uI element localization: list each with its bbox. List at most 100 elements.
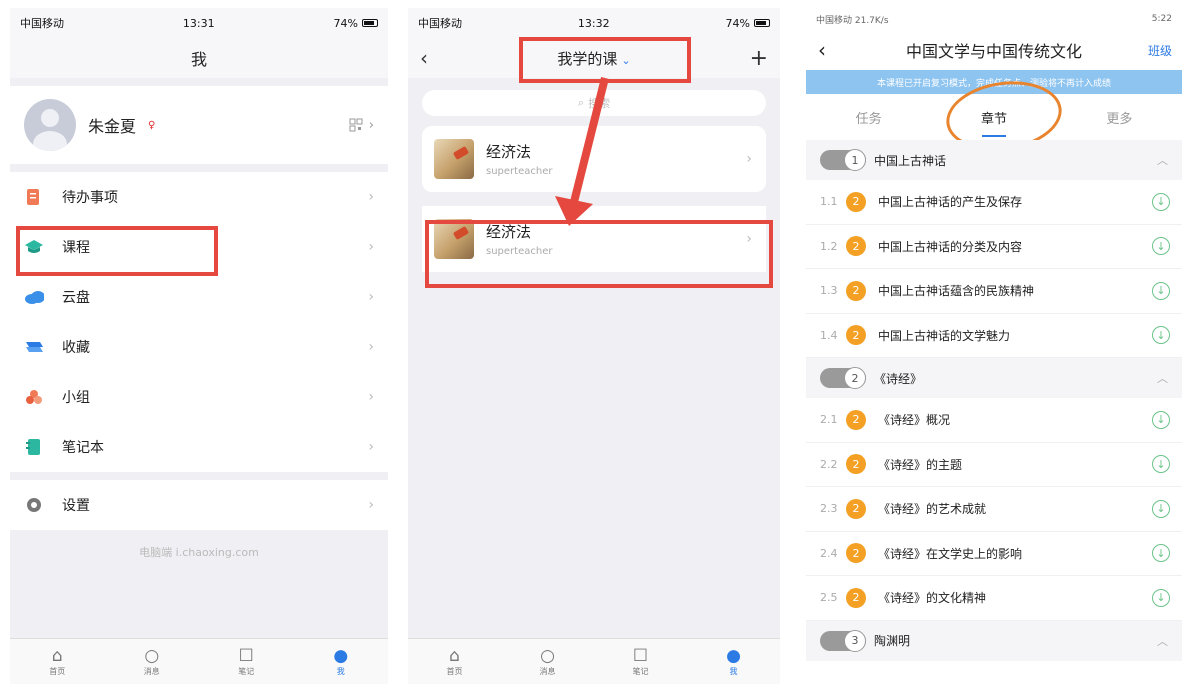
course-chapters-screen: 中国移动 21.7K/s 5:22 ‹ 中国文学与中国传统文化 班级 本课程已开… [806, 8, 1182, 684]
chapter-header[interactable]: 2 《诗经》 ︿ [806, 358, 1182, 398]
status-right: 74% [726, 17, 770, 30]
search-placeholder: 搜索 [588, 97, 611, 110]
clock-label: 13:32 [577, 16, 610, 30]
section-row[interactable]: 2.2 2 《诗经》的主题 ↓ [806, 443, 1182, 487]
carrier-label: 中国移动 [20, 17, 64, 30]
download-icon[interactable]: ↓ [1152, 192, 1170, 211]
chapter-toggle[interactable]: 1 [820, 149, 866, 171]
section-row[interactable]: 1.1 2 中国上古神话的产生及保存 ↓ [806, 180, 1182, 225]
tab-note[interactable]: ☐ 笔记 [594, 639, 687, 684]
tab-home[interactable]: ⌂ 首页 [408, 639, 501, 684]
tab-label: 笔记 [238, 667, 255, 676]
web-address-note: 电脑端 i.chaoxing.com [139, 546, 259, 559]
section-number: 2.5 [820, 591, 838, 605]
chevron-right-icon: › [368, 439, 374, 455]
tab-chapters[interactable]: 章节 [981, 108, 1007, 137]
tab-note[interactable]: ☐ 笔记 [199, 639, 294, 684]
task-count-badge: 2 [846, 280, 866, 301]
notebook-icon [24, 437, 44, 457]
me-screen: 中国移动 13:31 74% 我 朱金夏 ♀ › 待办事项 › 课程 › 云盘 … [10, 8, 388, 684]
chapter-number: 2 [844, 367, 866, 389]
menu-item-label: 待办事项 [62, 190, 118, 206]
task-count-badge: 2 [846, 409, 866, 430]
menu-item-favorite[interactable]: 收藏 › [10, 322, 388, 372]
battery-label: 74% [725, 16, 750, 30]
chevron-right-icon: › [368, 189, 374, 205]
menu-item-cloud[interactable]: 云盘 › [10, 272, 388, 322]
section-row[interactable]: 2.4 2 《诗经》在文学史上的影响 ↓ [806, 532, 1182, 576]
clock-label: 5:22 [1151, 14, 1172, 24]
settings-section: 设置 › [10, 480, 388, 530]
status-bar: 中国移动 21.7K/s 5:22 [806, 8, 1182, 30]
course-card[interactable]: 经济法 superteacher › [422, 126, 766, 192]
review-mode-notice: 本课程已开启复习模式，完成任务点、测验将不再计入成绩 [806, 70, 1182, 94]
section-title: 《诗经》的主题 [878, 457, 963, 472]
tab-message[interactable]: ○ 消息 [105, 639, 200, 684]
menu-item-group[interactable]: 小组 › [10, 372, 388, 422]
menu-item-notebook[interactable]: 笔记本 › [10, 422, 388, 472]
chevron-up-icon: ︿ [1157, 154, 1168, 167]
download-icon[interactable]: ↓ [1152, 237, 1170, 256]
course-teacher: superteacher [486, 166, 553, 177]
user-icon: ● [726, 646, 741, 666]
chevron-right-icon: › [746, 151, 752, 167]
section-row[interactable]: 2.5 2 《诗经》的文化精神 ↓ [806, 576, 1182, 621]
chapter-number: 3 [844, 629, 866, 652]
tab-more[interactable]: 更多 [1106, 108, 1132, 127]
task-count-badge: 2 [846, 543, 866, 564]
chapter-header[interactable]: 3 陶渊明 ︿ [806, 620, 1182, 661]
menu-item-todo[interactable]: 待办事项 › [10, 172, 388, 222]
tab-label: 首页 [49, 667, 66, 676]
class-link[interactable]: 班级 [1148, 42, 1172, 59]
download-icon[interactable]: ↓ [1152, 281, 1170, 300]
section-row[interactable]: 1.3 2 中国上古神话蕴含的民族精神 ↓ [806, 269, 1182, 314]
download-icon[interactable]: ↓ [1152, 544, 1170, 563]
download-icon[interactable]: ↓ [1152, 410, 1170, 429]
task-count-badge: 2 [846, 191, 866, 212]
todo-icon [24, 187, 44, 207]
gender-icon: ♀ [148, 119, 156, 131]
section-title: 《诗经》的文化精神 [878, 591, 987, 606]
add-icon[interactable]: + [750, 46, 768, 71]
search-input[interactable]: ⌕ 搜索 [422, 90, 766, 116]
chapter-header[interactable]: 1 中国上古神话 ︿ [806, 140, 1182, 180]
user-icon: ● [333, 646, 349, 666]
status-bar: 中国移动 13:31 74% [10, 8, 388, 38]
section-title: 《诗经》的艺术成就 [878, 502, 987, 517]
section-row[interactable]: 2.1 2 《诗经》概况 ↓ [806, 398, 1182, 443]
back-icon[interactable]: ‹ [420, 46, 428, 70]
download-icon[interactable]: ↓ [1152, 326, 1170, 345]
search-icon: ⌕ [577, 96, 585, 109]
profile-row[interactable]: 朱金夏 ♀ › [10, 86, 388, 164]
download-icon[interactable]: ↓ [1152, 499, 1170, 518]
back-icon[interactable]: ‹ [818, 38, 826, 62]
download-icon[interactable]: ↓ [1152, 455, 1170, 474]
chapter-toggle[interactable]: 3 [820, 629, 866, 652]
chevron-right-icon: › [368, 239, 374, 255]
chapter-title: 中国上古神话 [874, 153, 947, 168]
task-count-badge: 2 [846, 587, 866, 608]
section-number: 1.1 [820, 195, 838, 209]
download-icon[interactable]: ↓ [1152, 588, 1170, 607]
section-row[interactable]: 2.3 2 《诗经》的艺术成就 ↓ [806, 487, 1182, 532]
page-title: 我 [190, 50, 207, 69]
menu-list: 待办事项 › 课程 › 云盘 › 收藏 › 小组 › 笔记本 › [10, 172, 388, 472]
tab-label: 首页 [446, 667, 463, 676]
tab-label: 我 [336, 667, 345, 676]
chapter-toggle[interactable]: 2 [820, 367, 866, 389]
tab-message[interactable]: ○ 消息 [501, 639, 594, 684]
profile-name: 朱金夏 [88, 117, 137, 136]
tab-me[interactable]: ● 我 [294, 639, 389, 684]
menu-item-settings[interactable]: 设置 › [10, 480, 388, 530]
qr-code-icon[interactable]: › [349, 118, 374, 133]
section-title: 中国上古神话的分类及内容 [878, 239, 1023, 254]
section-row[interactable]: 1.2 2 中国上古神话的分类及内容 ↓ [806, 225, 1182, 269]
section-row[interactable]: 1.4 2 中国上古神话的文学魅力 ↓ [806, 314, 1182, 358]
nav-bar: 我 [10, 38, 388, 78]
tab-tasks[interactable]: 任务 [856, 108, 882, 127]
chevron-right-icon: › [368, 117, 374, 133]
menu-item-label: 设置 [62, 498, 90, 514]
menu-item-label: 云盘 [62, 290, 90, 306]
tab-me[interactable]: ● 我 [687, 639, 780, 684]
tab-home[interactable]: ⌂ 首页 [10, 639, 105, 684]
